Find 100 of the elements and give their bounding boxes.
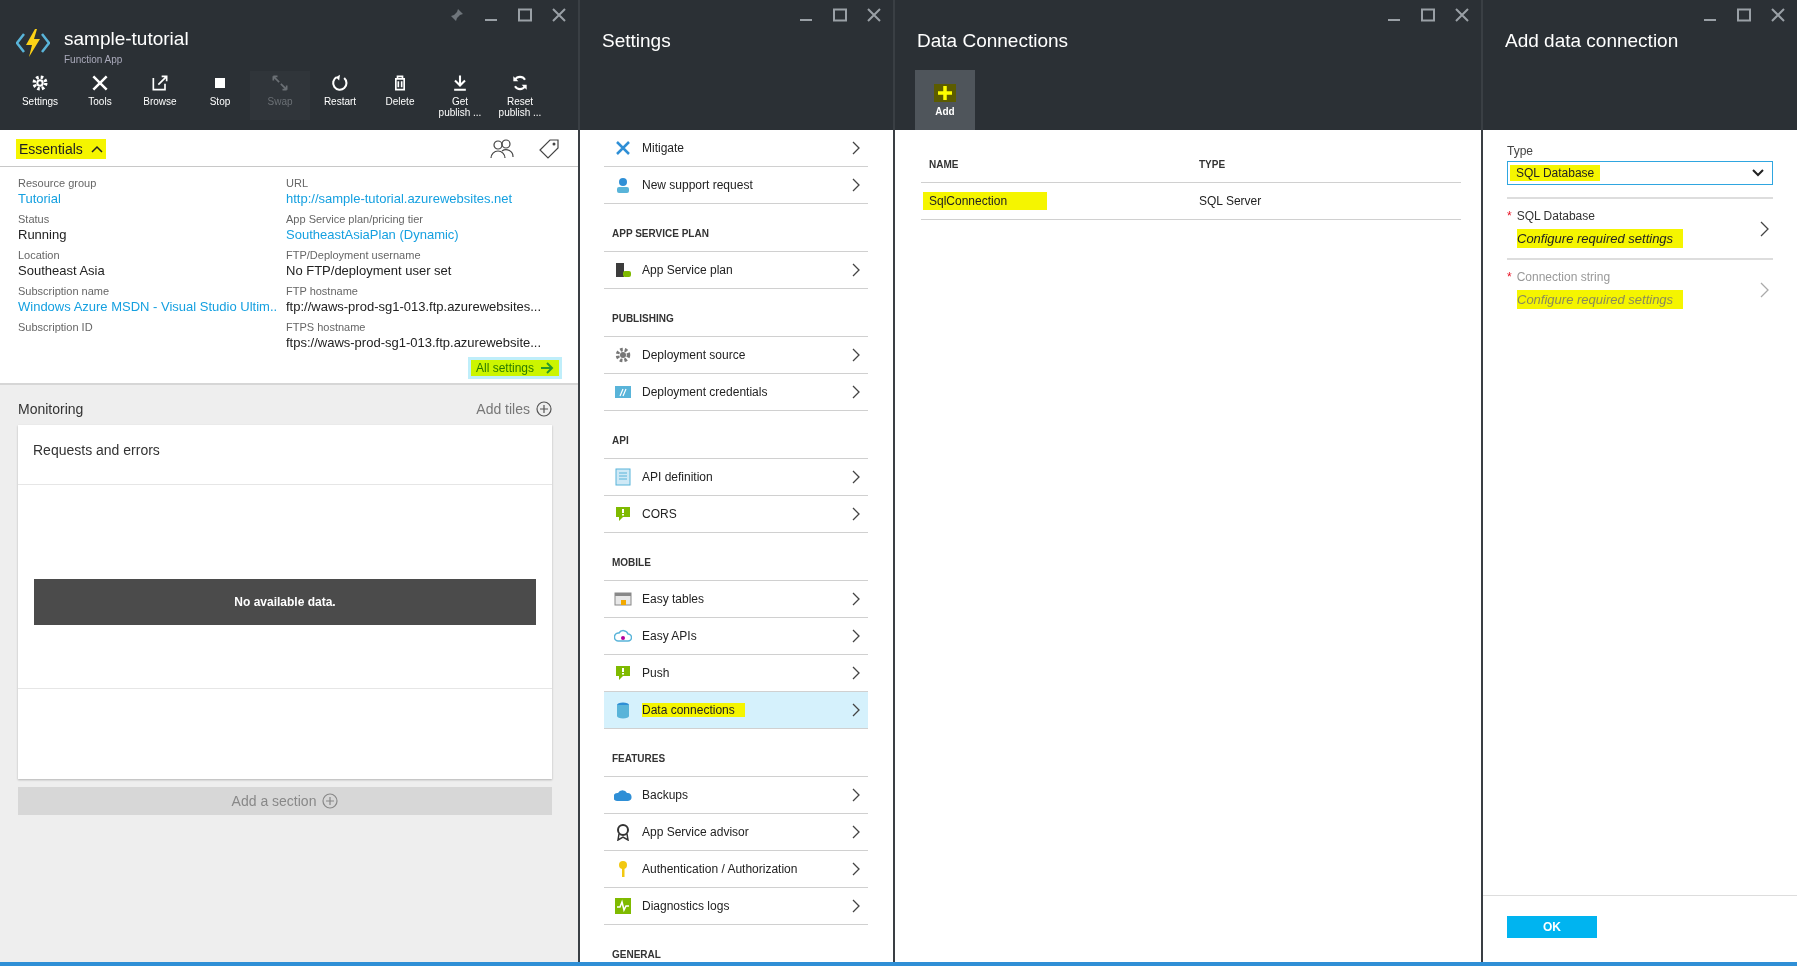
- item-label: Authentication / Authorization: [642, 862, 798, 876]
- field-label: Location: [18, 249, 60, 261]
- field-value: ftp://waws-prod-sg1-013.ftp.azurewebsites...: [286, 299, 542, 314]
- item-label: New support request: [642, 178, 753, 192]
- chevron-right-icon: [852, 470, 860, 484]
- toolbar-button[interactable]: Browse: [130, 71, 190, 120]
- chevron-right-icon: [852, 592, 860, 606]
- person-icon: [614, 176, 632, 194]
- maximize-icon[interactable]: [1421, 8, 1435, 22]
- item-label: Deployment source: [642, 348, 746, 362]
- settings-item[interactable]: Backups: [604, 777, 868, 814]
- server-icon: [614, 261, 632, 279]
- field-value: ftps://waws-prod-sg1-013.ftp.azurewebsite...: [286, 335, 542, 350]
- pin-icon[interactable]: [450, 8, 464, 22]
- chevron-right-icon: [852, 507, 860, 521]
- close-icon[interactable]: [1455, 8, 1469, 22]
- field-label: Subscription ID: [18, 321, 93, 333]
- close-icon[interactable]: [867, 8, 881, 22]
- settings-item[interactable]: Data connections: [604, 692, 868, 729]
- refresh-icon: [510, 73, 530, 93]
- settings-item[interactable]: Authentication / Authorization: [604, 851, 868, 888]
- toolbar-button[interactable]: Get publish ...: [430, 71, 490, 120]
- settings-item[interactable]: App Service advisor: [604, 814, 868, 851]
- add-tiles-button[interactable]: Add tiles: [476, 401, 552, 417]
- maximize-icon[interactable]: [1737, 8, 1751, 22]
- settings-item[interactable]: New support request: [604, 167, 868, 204]
- field-value: Configure required settings: [1517, 229, 1684, 248]
- chevron-right-icon: [852, 666, 860, 680]
- toolbar-button[interactable]: Delete: [370, 71, 430, 120]
- toolbar-button[interactable]: Tools: [70, 71, 130, 120]
- field-label: Connection string: [1516, 270, 1611, 284]
- settings-item[interactable]: Mitigate: [604, 130, 868, 167]
- settings-item[interactable]: Deployment credentials: [604, 374, 868, 411]
- blade-subtitle: Function App: [64, 54, 123, 65]
- settings-item[interactable]: API definition: [604, 459, 868, 496]
- field-value: Configure required settings: [1517, 290, 1684, 309]
- settings-item[interactable]: Easy tables: [604, 581, 868, 618]
- field-value: Running: [18, 227, 67, 242]
- settings-item[interactable]: App Service plan: [604, 252, 868, 289]
- tools-icon: [90, 73, 110, 93]
- settings-item[interactable]: Easy APIs: [604, 618, 868, 655]
- close-icon[interactable]: [1771, 8, 1785, 22]
- field-label: FTP hostname: [286, 285, 358, 297]
- chevron-down-icon: [1752, 169, 1764, 177]
- item-label: Data connections: [642, 703, 745, 717]
- users-icon[interactable]: [490, 139, 514, 159]
- settings-item[interactable]: Diagnostics logs: [604, 888, 868, 925]
- tag-icon[interactable]: [538, 138, 560, 160]
- essentials-toggle[interactable]: Essentials: [16, 139, 106, 159]
- field-label: Type: [1507, 144, 1534, 158]
- restart-icon: [330, 73, 350, 93]
- chevron-right-icon: [852, 788, 860, 802]
- item-label: Easy tables: [642, 592, 705, 606]
- item-label: App Service advisor: [642, 825, 749, 839]
- chevron-right-icon: [852, 348, 860, 362]
- item-label: Mitigate: [642, 141, 685, 155]
- column-header: TYPE: [1198, 158, 1227, 170]
- toolbar-button[interactable]: Restart: [310, 71, 370, 120]
- chevron-right-icon: [1760, 220, 1769, 237]
- chart-tile[interactable]: Requests and errors No available data.: [18, 425, 552, 779]
- table-row[interactable]: SqlConnection SQL Server: [921, 183, 1461, 220]
- chevron-right-icon: [852, 862, 860, 876]
- toolbar-button[interactable]: Stop: [190, 71, 250, 120]
- chevron-right-icon: [1760, 281, 1769, 298]
- maximize-icon[interactable]: [518, 8, 532, 22]
- type-dropdown[interactable]: SQL Database: [1507, 161, 1773, 185]
- settings-item[interactable]: Deployment source: [604, 337, 868, 374]
- plus-icon: [934, 83, 956, 102]
- group-heading: GENERAL: [604, 925, 868, 962]
- item-label: Push: [642, 666, 670, 680]
- close-icon[interactable]: [552, 8, 566, 22]
- group-heading: PUBLISHING: [604, 289, 868, 337]
- table-cell: SqlConnection: [923, 192, 1048, 210]
- add-button[interactable]: Add: [915, 70, 975, 130]
- section-title: Monitoring: [18, 401, 84, 417]
- toolbar-button[interactable]: Reset publish ...: [490, 71, 550, 120]
- toolbar-button[interactable]: Settings: [10, 71, 70, 120]
- column-header: NAME: [928, 158, 960, 170]
- chevron-right-icon: [852, 385, 860, 399]
- chevron-icon: [90, 145, 103, 153]
- field-label: SQL Database: [1516, 209, 1595, 223]
- maximize-icon[interactable]: [833, 8, 847, 22]
- blade-title: Data Connections: [917, 30, 1069, 51]
- tile-title: Requests and errors: [33, 442, 160, 458]
- arrow-right-icon: [540, 362, 554, 374]
- tools-icon: [614, 139, 632, 157]
- settings-field[interactable]: * SQL Database Configure required settings: [1507, 197, 1773, 258]
- item-label: Backups: [642, 788, 689, 802]
- field-label: FTP/Deployment username: [286, 249, 421, 261]
- chevron-right-icon: [852, 141, 860, 155]
- settings-item[interactable]: CORS: [604, 496, 868, 533]
- field-label: FTPS hostname: [286, 321, 366, 333]
- plus-circle-icon: [322, 793, 339, 809]
- all-settings-link[interactable]: All settings: [467, 357, 562, 379]
- document-icon: [614, 468, 632, 486]
- gear-icon: [30, 73, 50, 93]
- chevron-right-icon: [852, 178, 860, 192]
- external-link-icon: [150, 73, 170, 93]
- pulse-chart-icon: [614, 897, 632, 915]
- table-cell: SQL Server: [1199, 194, 1262, 208]
